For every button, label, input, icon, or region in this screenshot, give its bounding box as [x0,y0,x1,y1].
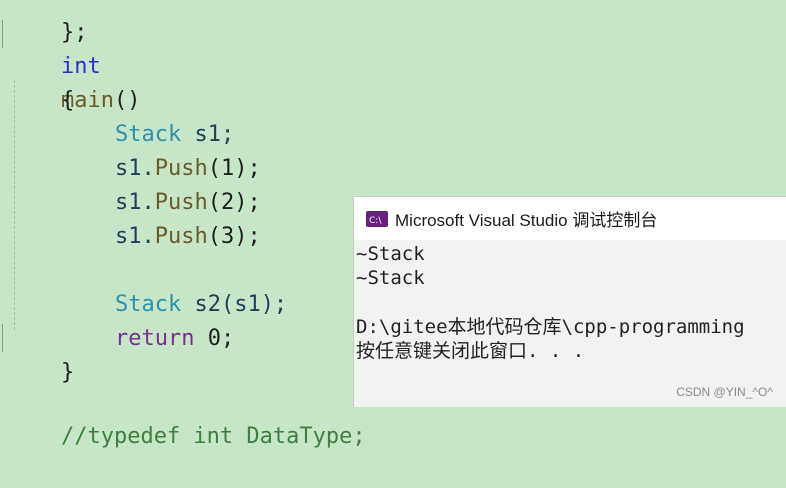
code-line-main: int main() [60,54,141,113]
code-line-push-2: s1.Push(2); [114,190,261,215]
code-line-prev-close: }; [60,20,88,45]
console-titlebar[interactable]: C:\ Microsoft Visual Studio 调试控制台 [354,197,786,240]
code-line-stack-s2: Stack s2(s1); [114,292,288,317]
gutter-collapse-marker [2,20,3,48]
svg-text:C:\: C:\ [369,216,382,226]
console-title: Microsoft Visual Studio 调试控制台 [395,211,658,230]
csdn-watermark: CSDN @YIN_^O^ [676,385,773,399]
console-output-line: 按任意键关闭此窗口. . . [356,340,585,362]
console-output-line: D:\gitee本地代码仓库\cpp-programming [356,316,745,338]
code-line-close-brace: } [60,360,75,385]
console-output-line: ~Stack [356,243,425,265]
code-line-push-3: s1.Push(3); [114,224,261,249]
code-line-open-brace: { [60,88,75,113]
code-line-push-1: s1.Push(1); [114,156,261,181]
debug-console-window[interactable]: C:\ Microsoft Visual Studio 调试控制台 ~Stack… [353,196,786,407]
code-line-typedef-comment: //typedef int DataType; [60,424,366,449]
keyword-return: return [114,326,195,351]
vs-debug-console-icon: C:\ [366,210,388,227]
code-line-return: return 0; [114,326,235,351]
console-output[interactable]: ~Stack ~Stack D:\gitee本地代码仓库\cpp-program… [354,240,786,407]
code-line-stack-s1: Stack s1; [114,122,235,147]
console-output-line: ~Stack [356,267,425,289]
gutter-collapse-marker [2,324,3,352]
